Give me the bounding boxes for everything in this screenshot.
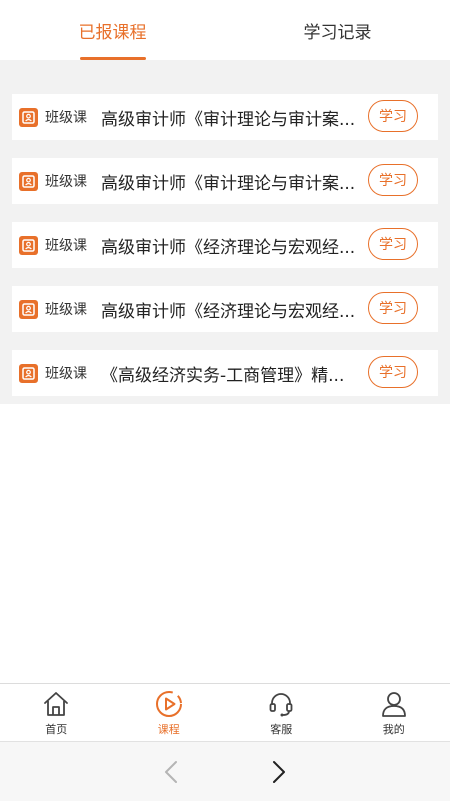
class-course-icon [19,172,38,191]
class-course-icon [19,300,38,319]
course-item[interactable]: 班级课 高级审计师《经济理论与宏观经... 学习 [12,286,438,332]
tab-study-records[interactable]: 学习记录 [225,0,450,60]
course-title: 高级审计师《经济理论与宏观经... [101,297,363,322]
nav-home[interactable]: 首页 [0,684,113,742]
course-type-label: 班级课 [45,235,87,255]
course-title: 《高级经济实务-工商管理》精... [101,361,363,386]
nav-courses[interactable]: 课程 [113,684,226,742]
class-course-icon [19,364,38,383]
headset-icon [267,690,295,718]
nav-home-label: 首页 [45,721,67,737]
course-item[interactable]: 班级课 高级审计师《审计理论与审计案... 学习 [12,94,438,140]
nav-courses-label: 课程 [158,721,180,737]
course-type-label: 班级课 [45,171,87,191]
browser-navigation-bar [0,741,450,801]
course-list-area: 班级课 高级审计师《审计理论与审计案... 学习 班级课 高级审计师《审计理论与… [0,60,450,404]
nav-customer-service[interactable]: 客服 [225,684,338,742]
study-button[interactable]: 学习 [368,100,418,132]
course-item[interactable]: 班级课 《高级经济实务-工商管理》精... 学习 [12,350,438,396]
tab-enrolled-courses[interactable]: 已报课程 [0,0,225,60]
home-icon [42,690,70,718]
class-course-icon [19,236,38,255]
course-item[interactable]: 班级课 高级审计师《审计理论与审计案... 学习 [12,158,438,204]
course-title: 高级审计师《审计理论与审计案... [101,105,363,130]
course-title: 高级审计师《审计理论与审计案... [101,169,363,194]
top-tab-bar: 已报课程 学习记录 [0,0,450,60]
study-button[interactable]: 学习 [368,228,418,260]
nav-mine-label: 我的 [383,721,405,737]
chevron-right-icon [272,760,286,784]
course-type-label: 班级课 [45,299,87,319]
course-type-label: 班级课 [45,363,87,383]
forward-button[interactable] [259,752,299,792]
back-button[interactable] [151,752,191,792]
nav-customer-service-label: 客服 [270,721,292,737]
study-button[interactable]: 学习 [368,164,418,196]
study-button[interactable]: 学习 [368,292,418,324]
chevron-left-icon [164,760,178,784]
course-title: 高级审计师《经济理论与宏观经... [101,233,363,258]
user-icon [380,690,408,718]
course-type-label: 班级课 [45,107,87,127]
play-circle-icon [155,690,183,718]
course-item[interactable]: 班级课 高级审计师《经济理论与宏观经... 学习 [12,222,438,268]
bottom-navigation: 首页 课程 客服 我的 [0,683,450,742]
class-course-icon [19,108,38,127]
nav-mine[interactable]: 我的 [338,684,450,742]
study-button[interactable]: 学习 [368,356,418,388]
